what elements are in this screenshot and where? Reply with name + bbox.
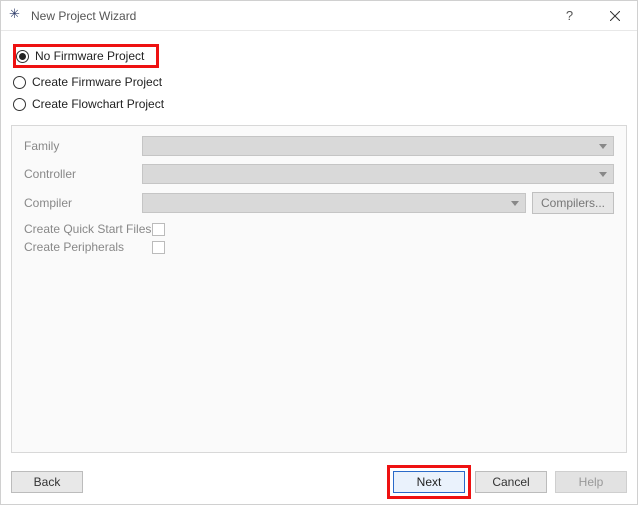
radio-label: Create Firmware Project bbox=[32, 75, 162, 89]
radio-icon bbox=[13, 76, 26, 89]
family-select[interactable] bbox=[142, 136, 614, 156]
firmware-settings-panel: Family Controller Compiler Compilers... … bbox=[11, 125, 627, 453]
controller-label: Controller bbox=[24, 167, 142, 181]
quick-start-checkbox[interactable] bbox=[152, 223, 165, 236]
controller-select[interactable] bbox=[142, 164, 614, 184]
next-button[interactable]: Next bbox=[393, 471, 465, 493]
radio-icon bbox=[13, 98, 26, 111]
highlight-next: Next bbox=[387, 465, 471, 499]
cancel-button[interactable]: Cancel bbox=[475, 471, 547, 493]
radio-create-flowchart[interactable]: Create Flowchart Project bbox=[11, 93, 627, 115]
peripherals-label: Create Peripherals bbox=[24, 240, 152, 254]
compiler-row: Compiler Compilers... bbox=[24, 192, 614, 214]
quick-start-row: Create Quick Start Files bbox=[24, 222, 614, 236]
window-controls: ? bbox=[547, 1, 637, 30]
quick-start-label: Create Quick Start Files bbox=[24, 222, 152, 236]
help-button[interactable]: Help bbox=[555, 471, 627, 493]
family-label: Family bbox=[24, 139, 142, 153]
title-bar: New Project Wizard ? bbox=[1, 1, 637, 31]
compilers-button[interactable]: Compilers... bbox=[532, 192, 614, 214]
radio-label: Create Flowchart Project bbox=[32, 97, 164, 111]
wizard-footer: Back Next Cancel Help bbox=[1, 460, 637, 504]
back-button[interactable]: Back bbox=[11, 471, 83, 493]
window-title: New Project Wizard bbox=[31, 9, 547, 23]
project-type-radio-group: No Firmware Project Create Firmware Proj… bbox=[11, 45, 627, 115]
radio-no-firmware[interactable]: No Firmware Project bbox=[11, 45, 627, 67]
wizard-content: No Firmware Project Create Firmware Proj… bbox=[1, 31, 637, 460]
family-row: Family bbox=[24, 136, 614, 156]
peripherals-checkbox[interactable] bbox=[152, 241, 165, 254]
controller-row: Controller bbox=[24, 164, 614, 184]
app-icon bbox=[9, 8, 25, 24]
radio-create-firmware[interactable]: Create Firmware Project bbox=[11, 71, 627, 93]
radio-icon bbox=[16, 50, 29, 63]
close-icon[interactable] bbox=[592, 1, 637, 30]
peripherals-row: Create Peripherals bbox=[24, 240, 614, 254]
compiler-select[interactable] bbox=[142, 193, 526, 213]
help-icon[interactable]: ? bbox=[547, 1, 592, 30]
compiler-label: Compiler bbox=[24, 196, 142, 210]
highlight-no-firmware: No Firmware Project bbox=[13, 44, 159, 68]
radio-label: No Firmware Project bbox=[35, 49, 144, 63]
